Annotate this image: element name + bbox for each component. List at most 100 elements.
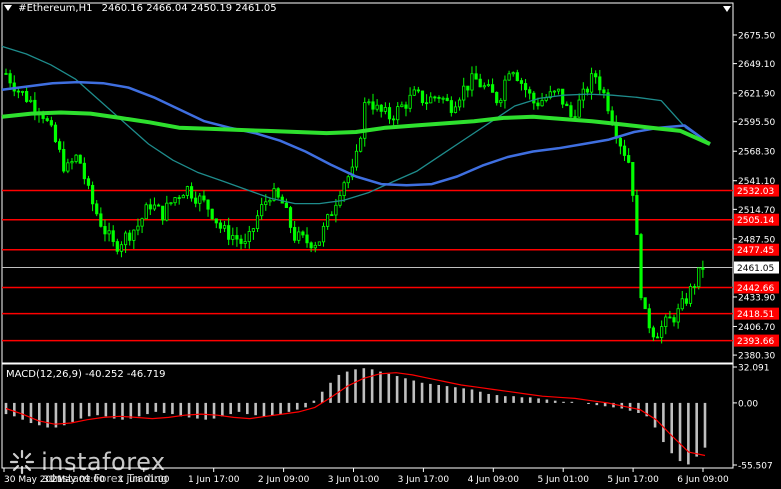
candle-body — [396, 106, 400, 121]
candle-body — [676, 308, 680, 323]
candle-body — [371, 101, 375, 110]
candle-body — [210, 208, 214, 220]
candle-body — [82, 162, 86, 180]
macd-y-tick-label: 0.00 — [738, 399, 758, 409]
candle-body — [227, 225, 231, 240]
candle-body — [45, 118, 49, 121]
candle-body — [189, 186, 194, 199]
candle-body — [8, 73, 12, 84]
watermark-subtitle: Instant Forex Trading — [52, 472, 168, 485]
candle-body — [169, 202, 173, 205]
support-resistance-levels — [2, 189, 733, 342]
candle-body — [29, 99, 33, 102]
candle-body — [688, 286, 693, 304]
candle-body — [111, 230, 115, 242]
candle-body — [123, 232, 128, 246]
y-tick-label: 2406.70 — [738, 323, 775, 333]
candle-body — [231, 235, 235, 240]
candle-body — [462, 85, 466, 101]
candle-body — [561, 88, 565, 105]
candle-body — [693, 286, 697, 288]
candle-body — [313, 244, 317, 249]
candle-body — [115, 241, 119, 252]
candle-body — [486, 84, 491, 87]
candle-body — [156, 204, 161, 207]
candle-body — [684, 298, 688, 304]
candle-body — [495, 91, 499, 104]
x-tick-label: 3 Jun 01:00 — [328, 475, 380, 485]
candle-body — [264, 201, 268, 206]
candle-body — [412, 89, 416, 96]
candle-body — [202, 195, 206, 201]
x-tick-label: 3 Jun 17:00 — [398, 475, 450, 485]
candle-body — [305, 234, 309, 244]
candle-body — [342, 182, 346, 197]
candle-body — [556, 88, 561, 92]
y-tick-label: 2675.50 — [738, 31, 775, 41]
candle-body — [499, 99, 503, 104]
x-tick-label: 6 Jun 09:00 — [677, 475, 729, 485]
candle-body — [181, 195, 185, 199]
candle-body — [387, 107, 392, 120]
candle-body — [206, 199, 210, 210]
candle-body — [631, 162, 635, 196]
candle-body — [647, 308, 651, 329]
candle-body — [453, 106, 458, 113]
candle-body — [20, 90, 25, 93]
y-tick-label: 2649.10 — [738, 60, 775, 70]
candle-body — [334, 204, 338, 216]
candle-body — [251, 228, 256, 232]
x-tick-label: 4 Jun 09:00 — [468, 475, 520, 485]
candle-body — [651, 327, 655, 338]
y-tick-label: 2514.70 — [738, 206, 775, 216]
candle-body — [511, 72, 515, 75]
main-frame — [1, 2, 734, 364]
candle-body — [379, 104, 383, 112]
y-tick-label: 2621.90 — [738, 90, 775, 100]
candle-body — [140, 218, 144, 227]
ma-teal-line — [1, 45, 711, 205]
candle-body — [161, 205, 165, 221]
candle-body — [433, 96, 437, 99]
candle-body — [437, 96, 441, 99]
candle-body — [602, 89, 606, 94]
candle-body — [173, 197, 177, 204]
x-tick-label: 5 Jun 17:00 — [607, 475, 659, 485]
candle-body — [445, 97, 449, 101]
candle-body — [429, 96, 433, 104]
candle-body — [255, 215, 260, 230]
current-price-label: 2461.05 — [737, 264, 774, 274]
candle-body — [99, 213, 103, 227]
candle-body — [321, 225, 326, 243]
candle-body — [392, 118, 396, 121]
candle-body — [62, 149, 66, 172]
candle-body — [288, 207, 293, 228]
candle-body — [49, 120, 53, 126]
candle-body — [594, 73, 598, 78]
level-label: 2505.14 — [737, 216, 774, 226]
candle-body — [152, 204, 157, 210]
candle-body — [523, 83, 528, 91]
candle-body — [470, 73, 474, 91]
price-chart[interactable]: 2532.03 2505.14 2477.45 2442.66 2418.51 2393.… — [0, 0, 781, 489]
candle-body — [668, 316, 672, 319]
candle-body — [585, 88, 590, 93]
dropdown-triangle-icon[interactable] — [4, 5, 12, 11]
candle-body — [424, 102, 429, 105]
candle-body — [301, 231, 305, 236]
y-tick-label: 2595.50 — [738, 118, 775, 128]
instaforex-logo-icon — [9, 449, 35, 475]
candle-body — [74, 154, 78, 162]
candle-body — [701, 267, 705, 270]
collapse-triangle-icon[interactable] — [723, 6, 731, 12]
candle-body — [383, 107, 387, 112]
macd-header: MACD(12,26,9) -40.252 -46.719 — [6, 369, 166, 380]
candle-body — [268, 199, 272, 203]
candle-body — [136, 225, 140, 231]
candle-body — [148, 204, 152, 210]
candle-body — [363, 102, 367, 139]
candle-body — [569, 105, 573, 117]
candle-body — [639, 234, 643, 299]
candle-body — [598, 76, 602, 91]
candle-body — [66, 162, 70, 172]
